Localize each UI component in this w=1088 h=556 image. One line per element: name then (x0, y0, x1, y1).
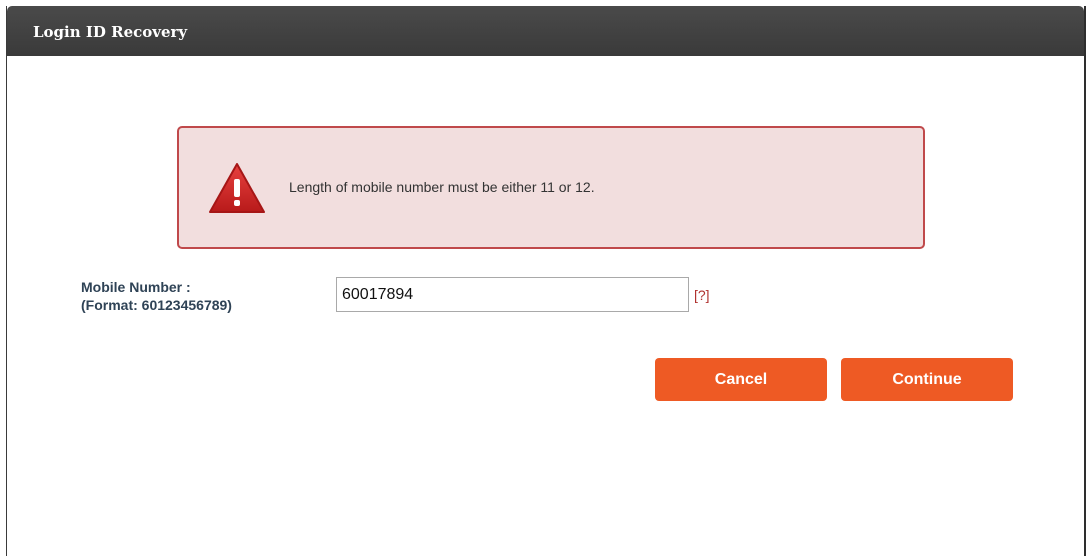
mobile-label-text: Mobile Number : (81, 279, 191, 295)
error-alert: Length of mobile number must be either 1… (177, 126, 925, 249)
mobile-number-input[interactable] (336, 277, 689, 312)
cancel-button[interactable]: Cancel (655, 358, 827, 401)
dialog-header: Login ID Recovery (7, 6, 1084, 56)
mobile-format-hint: (Format: 60123456789) (81, 297, 232, 313)
login-id-recovery-dialog: Login ID Recovery Length of mobile numbe… (6, 6, 1086, 556)
mobile-number-label: Mobile Number : (Format: 60123456789) (81, 278, 232, 314)
dialog-title: Login ID Recovery (33, 23, 188, 41)
alert-message: Length of mobile number must be either 1… (289, 179, 595, 195)
warning-icon (209, 163, 265, 213)
continue-button[interactable]: Continue (841, 358, 1013, 401)
help-link[interactable]: [?] (694, 287, 710, 303)
